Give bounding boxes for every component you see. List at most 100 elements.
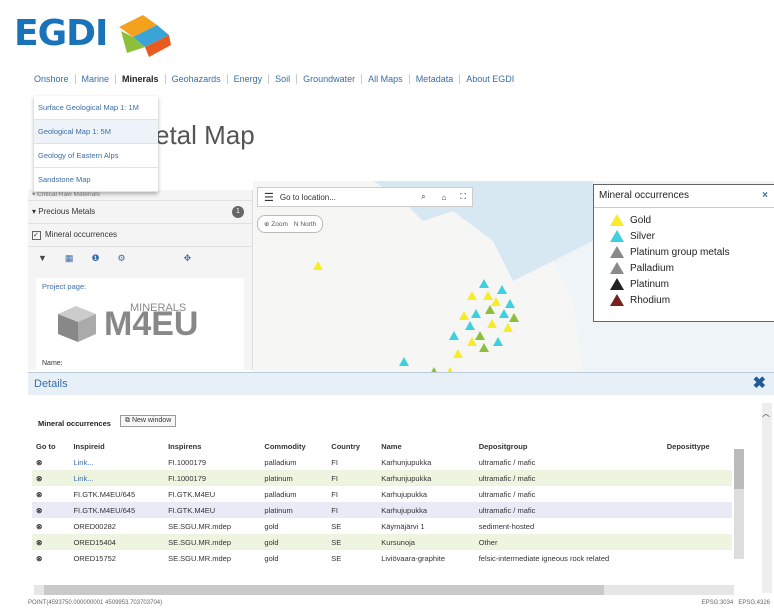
crs2[interactable]: EPSG:4326 xyxy=(738,600,770,606)
goto-location-input[interactable]: Go to location... xyxy=(280,193,413,202)
occurrence-marker[interactable] xyxy=(467,337,477,346)
table-row[interactable]: ⊗ ORED15752 SE.SGU.MR.mdep gold SE Liviövaara… xyxy=(32,550,732,566)
column-header[interactable]: Deposittype xyxy=(663,439,732,454)
occurrence-marker[interactable] xyxy=(479,343,489,352)
occurrence-marker[interactable] xyxy=(493,337,503,346)
close-icon[interactable]: × xyxy=(762,185,768,207)
occurrence-marker[interactable] xyxy=(499,309,509,318)
occurrence-marker[interactable] xyxy=(399,357,409,366)
occurrence-marker[interactable] xyxy=(503,323,513,332)
north-button[interactable]: N North xyxy=(294,221,316,228)
nav-item-minerals[interactable]: Minerals xyxy=(115,74,165,84)
cell-inspireid[interactable]: Link... xyxy=(69,454,164,470)
table-row[interactable]: ⊗ Link... FI.1000179 platinum FI Karhunjupukk… xyxy=(32,470,732,486)
nav-item-soil[interactable]: Soil xyxy=(268,74,296,84)
goto-cell[interactable]: ⊗ xyxy=(32,470,70,486)
dropdown-item-eastern-alps[interactable]: Geology of Eastern Alps xyxy=(34,144,158,168)
nav-item-marine[interactable]: Marine xyxy=(74,74,116,84)
info-icon[interactable]: ❶ xyxy=(91,253,99,264)
table-row[interactable]: ⊗ FI.GTK.M4EU/645 FI.GTK.M4EU platinum FI Kar… xyxy=(32,502,732,518)
table-row[interactable]: ⊗ FI.GTK.M4EU/645 FI.GTK.M4EU palladium FI Ka… xyxy=(32,486,732,502)
occurrence-marker[interactable] xyxy=(313,261,323,270)
gear-icon[interactable]: ⚙ xyxy=(118,253,126,264)
layer-sidebar: ▾ Critical Raw Materials ▾ Precious Meta… xyxy=(28,190,253,370)
occurrence-marker[interactable] xyxy=(459,311,469,320)
sidebar-item-mineral-occ[interactable]: ✓ Mineral occurrences xyxy=(28,224,252,247)
menu-icon[interactable]: ☰ xyxy=(258,191,280,204)
goto-icon[interactable]: ⊗ xyxy=(36,490,42,499)
occurrence-marker[interactable] xyxy=(449,331,459,340)
nav-item-energy[interactable]: Energy xyxy=(226,74,269,84)
minerals4eu-logo[interactable]: MINERALS M4EU xyxy=(54,302,198,344)
dropdown-item-geological-5m[interactable]: Geological Map 1: 5M xyxy=(34,120,158,144)
scrollbar-thumb[interactable] xyxy=(734,449,744,489)
zoom-button[interactable]: ⊕ Zoom xyxy=(264,220,288,228)
cell-commodity: gold xyxy=(264,521,279,531)
chevron-up-icon[interactable]: ︿ xyxy=(762,409,770,418)
occurrence-marker[interactable] xyxy=(487,319,497,328)
move-icon[interactable]: ✥ xyxy=(184,253,192,264)
horizontal-scrollbar[interactable] xyxy=(34,585,734,595)
goto-icon[interactable]: ⊗ xyxy=(36,554,42,563)
goto-icon[interactable]: ⊗ xyxy=(36,522,42,531)
table-row[interactable]: ⊗ ORED00282 SE.SGU.MR.mdep gold SE Käymäjärvi… xyxy=(32,518,732,534)
crs1[interactable]: EPSG:3034 xyxy=(702,600,734,606)
new-window-button[interactable]: ⧉ New window xyxy=(120,415,177,427)
egdi-logo[interactable]: EGDI xyxy=(14,4,175,62)
column-header[interactable]: Commodity xyxy=(260,439,327,454)
fullscreen-icon[interactable]: ⛶ xyxy=(454,192,472,202)
occurrence-marker[interactable] xyxy=(453,349,463,358)
occurrences-table: Go to Inspireid Inspirens Commodity Country N… xyxy=(32,439,732,566)
occurrence-marker[interactable] xyxy=(497,285,507,294)
cell-inspireid[interactable]: Link... xyxy=(69,470,165,486)
goto-icon[interactable]: ⊗ xyxy=(36,474,42,483)
hscroll-thumb[interactable] xyxy=(44,585,604,595)
nav-item-about-egdi[interactable]: About EGDI xyxy=(459,74,520,84)
column-header[interactable]: Depositgroup xyxy=(475,439,663,454)
table-icon[interactable]: ▦ xyxy=(65,253,74,264)
home-icon[interactable]: ⌂ xyxy=(434,193,455,202)
occurrence-marker[interactable] xyxy=(479,279,489,288)
goto-cell[interactable]: ⊗ xyxy=(32,502,70,518)
goto-icon[interactable]: ⊗ xyxy=(36,538,42,547)
table-row[interactable]: ⊗ ORED15404 SE.SGU.MR.mdep gold SE Kursunoja O… xyxy=(32,534,732,550)
column-header[interactable]: Country xyxy=(327,439,377,454)
occurrence-marker[interactable] xyxy=(509,313,519,322)
goto-cell[interactable]: ⊗ xyxy=(32,486,69,502)
occurrence-marker[interactable] xyxy=(465,321,475,330)
cell-country: FI xyxy=(331,489,338,499)
legend-item: Gold xyxy=(594,212,774,228)
nav-item-all-maps[interactable]: All Maps xyxy=(361,74,409,84)
dropdown-item-sandstone[interactable]: Sandstone Map xyxy=(34,168,158,192)
column-header[interactable]: Inspireid xyxy=(69,439,164,454)
column-header[interactable]: Name xyxy=(377,439,475,454)
filter-icon[interactable]: ▼ xyxy=(38,253,47,263)
goto-cell[interactable]: ⊗ xyxy=(32,550,69,566)
occurrence-marker[interactable] xyxy=(485,305,495,314)
cell-inspireid: FI.GTK.M4EU/645 xyxy=(73,489,136,499)
search-icon[interactable]: ⌕ xyxy=(413,192,433,202)
occurrence-marker[interactable] xyxy=(483,291,493,300)
nav-item-groundwater[interactable]: Groundwater xyxy=(296,74,361,84)
outer-scrollbar[interactable]: ︿ xyxy=(762,403,772,593)
occurrence-marker[interactable] xyxy=(471,309,481,318)
occurrence-marker[interactable] xyxy=(467,291,477,300)
vertical-scrollbar[interactable] xyxy=(734,449,744,559)
goto-icon[interactable]: ⊗ xyxy=(36,458,42,467)
column-header[interactable]: Inspirens xyxy=(164,439,260,454)
goto-cell[interactable]: ⊗ xyxy=(32,534,70,550)
column-header[interactable]: Go to xyxy=(32,439,69,454)
nav-item-metadata[interactable]: Metadata xyxy=(408,74,460,84)
sidebar-item-precious[interactable]: ▾ Precious Metals 1 xyxy=(28,201,252,224)
dropdown-item-surface-map[interactable]: Surface Geological Map 1: 1M xyxy=(34,96,158,120)
checkbox-icon[interactable]: ✓ xyxy=(32,230,41,240)
cell-commodity: palladium xyxy=(264,489,297,499)
goto-cell[interactable]: ⊗ xyxy=(32,454,69,470)
goto-cell[interactable]: ⊗ xyxy=(32,518,69,534)
nav-item-onshore[interactable]: Onshore xyxy=(34,74,75,84)
close-icon[interactable]: ✖ xyxy=(753,373,766,395)
table-row[interactable]: ⊗ Link... FI.1000179 palladium FI Karhunjupuk… xyxy=(32,454,732,470)
goto-icon[interactable]: ⊗ xyxy=(36,506,42,515)
occurrence-marker[interactable] xyxy=(505,299,515,308)
nav-item-geohazards[interactable]: Geohazards xyxy=(164,74,227,84)
